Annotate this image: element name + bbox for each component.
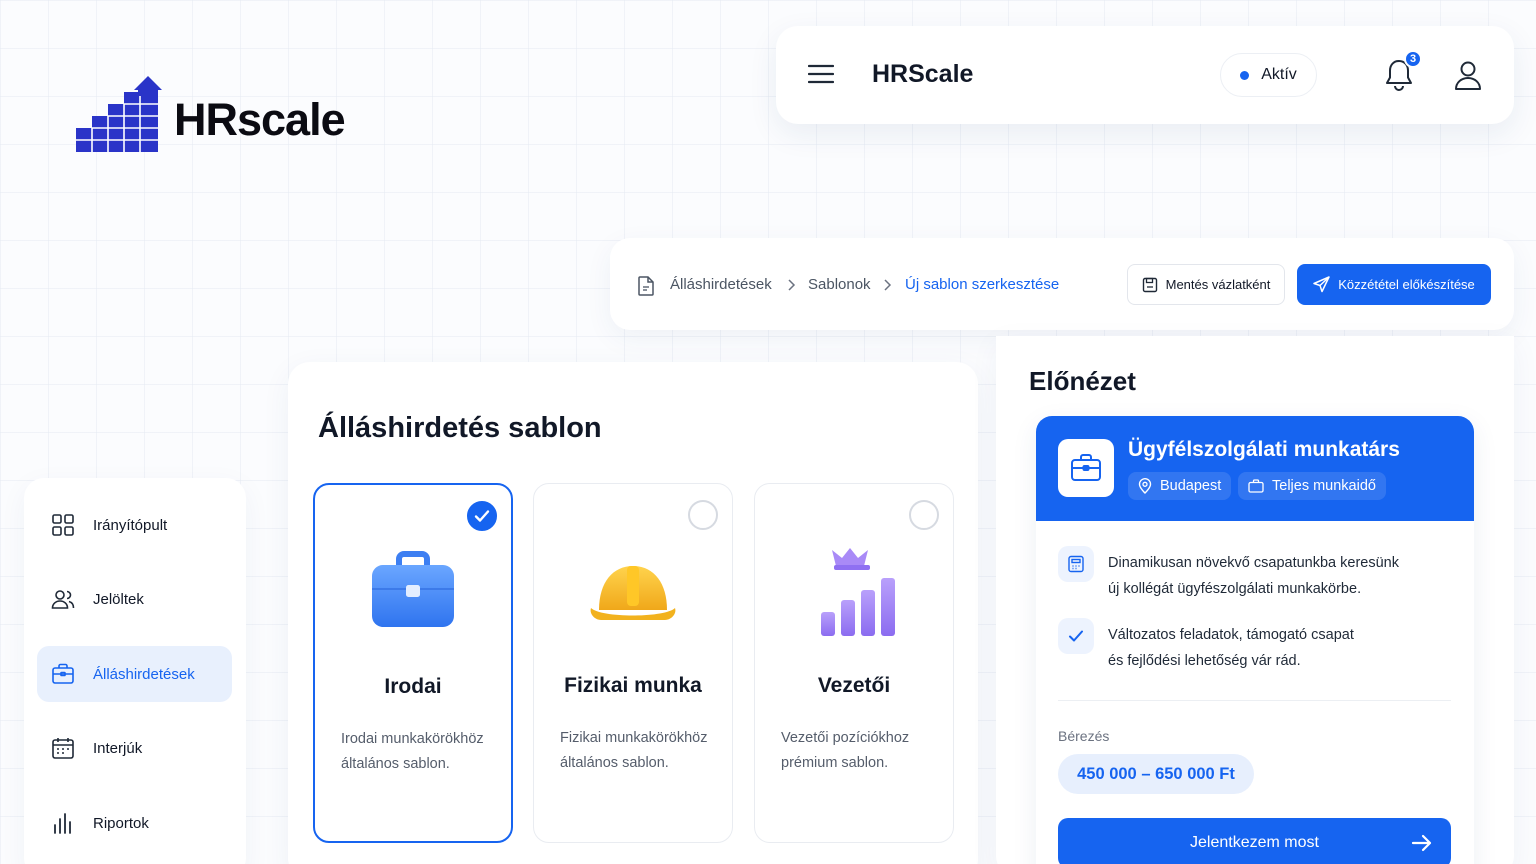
hard-hat-icon	[583, 544, 683, 644]
document-icon	[638, 276, 654, 296]
preview-title: Előnézet	[1029, 366, 1136, 396]
arrow-right-icon	[1411, 834, 1432, 852]
sidebar-item-job-posts[interactable]: Álláshirdetések	[37, 646, 232, 702]
salary-value: 450 000 – 650 000 Ft	[1058, 754, 1254, 794]
description-line: Irodai munkakörökhöz	[341, 731, 484, 747]
description-line: Fizikai munkakörökhöz	[560, 730, 708, 746]
template-card-description: Vezetői pozíciókhoz prémium sablon.	[781, 726, 941, 776]
hrscale-logo: HRscale	[76, 76, 366, 156]
sidebar-item-label: Riportok	[93, 814, 149, 832]
template-card-manager[interactable]: Vezetői Vezetői pozíciókhoz prémium sabl…	[754, 483, 954, 843]
notification-badge: 3	[1404, 50, 1422, 68]
sidebar-item-candidates[interactable]: Jelöltek	[37, 571, 232, 627]
radio-icon[interactable]	[909, 500, 939, 530]
location-pin-icon	[1138, 478, 1152, 494]
sidebar-item-label: Álláshirdetések	[93, 665, 195, 683]
briefcase-small-icon	[1248, 479, 1264, 493]
template-card-physical[interactable]: Fizikai munka Fizikai munkakörökhöz álta…	[533, 483, 733, 843]
schedule-tag: Teljes munkaidő	[1238, 472, 1386, 500]
feature-line: és fejlődési lehetőség vár rád.	[1108, 653, 1301, 669]
apply-label: Jelentkezem most	[1190, 834, 1319, 851]
chevron-right-icon	[882, 279, 892, 291]
sidebar-item-interviews[interactable]: Interjúk	[37, 720, 232, 776]
save-draft-label: Mentés vázlatként	[1165, 277, 1271, 292]
status-pill[interactable]: Aktív	[1220, 53, 1317, 97]
briefcase-icon	[52, 663, 74, 684]
sidebar-item-label: Jelöltek	[93, 590, 144, 608]
radio-icon[interactable]	[688, 500, 718, 530]
template-card-description: Fizikai munkakörökhöz általános sablon.	[560, 726, 720, 776]
description-line: Vezetői pozíciókhoz	[781, 730, 910, 746]
job-title: Ügyfélszolgálati munkatárs	[1128, 438, 1400, 461]
feature-line: Dinamikusan növekvő csapatunkba keresünk	[1108, 555, 1399, 571]
sidebar: Irányítópult Jelöltek Álláshirdetések In…	[24, 478, 246, 864]
checkmark-icon	[1058, 618, 1094, 654]
template-card-description: Irodai munkakörökhöz általános sablon.	[341, 727, 499, 777]
check-icon[interactable]	[467, 501, 497, 531]
sidebar-item-label: Interjúk	[93, 739, 143, 757]
feature-line: új kollégát ügyfészolgálati munkakörbe.	[1108, 581, 1362, 597]
description-line: prémium sablon.	[781, 755, 889, 771]
template-panel: Álláshirdetés sablon Irodai Irodai munka…	[288, 362, 978, 864]
salary-label: Bérezés	[1058, 728, 1110, 744]
description-line: általános sablon.	[341, 756, 450, 772]
location-tag: Budapest	[1128, 472, 1232, 500]
breadcrumb-item-templates[interactable]: Sablonok	[808, 276, 871, 293]
prepare-publish-button[interactable]: Közzététel előkészítése	[1297, 264, 1491, 305]
breadcrumb-item-job-posts[interactable]: Álláshirdetések	[670, 276, 772, 293]
user-icon[interactable]	[1454, 59, 1482, 91]
apply-button[interactable]: Jelentkezem most	[1058, 818, 1451, 864]
breadcrumb-item-current[interactable]: Új sablon szerkesztése	[905, 276, 1059, 293]
job-header: Ügyfélszolgálati munkatárs Budapest Telj…	[1036, 416, 1474, 521]
breadcrumb-bar: Álláshirdetések Sablonok Új sablon szerk…	[610, 238, 1514, 330]
logo-wordmark: HRscale	[174, 94, 346, 145]
divider	[1058, 700, 1451, 701]
feature-text: Dinamikusan növekvő csapatunkba keresünk…	[1108, 550, 1428, 602]
bar-chart-icon	[54, 813, 71, 834]
crown-chart-icon	[804, 544, 904, 644]
calculator-icon	[1058, 546, 1094, 582]
send-icon	[1313, 276, 1330, 293]
users-icon	[51, 590, 75, 609]
grid-icon	[52, 514, 74, 536]
schedule-label: Teljes munkaidő	[1272, 478, 1376, 494]
description-line: általános sablon.	[560, 755, 669, 771]
app-name: HRScale	[872, 60, 974, 88]
template-card-name: Vezetői	[817, 674, 891, 697]
save-icon	[1142, 277, 1157, 292]
status-label: Aktív	[1261, 66, 1297, 83]
status-dot-icon	[1240, 70, 1250, 80]
sidebar-item-reports[interactable]: Riportok	[37, 795, 232, 851]
save-draft-button[interactable]: Mentés vázlatként	[1127, 264, 1285, 305]
preview-panel: Előnézet Ügyfélszolgálati munkatárs Buda…	[996, 336, 1514, 864]
prepare-publish-label: Közzététel előkészítése	[1338, 277, 1475, 292]
feature-text: Változatos feladatok, támogató csapat és…	[1108, 622, 1428, 674]
template-card-name: Fizikai munka	[564, 674, 702, 697]
top-bar: HRScale Aktív 3	[776, 26, 1514, 124]
template-title: Álláshirdetés sablon	[318, 412, 602, 444]
location-label: Budapest	[1160, 478, 1222, 494]
template-card-office[interactable]: Irodai Irodai munkakörökhöz általános sa…	[313, 483, 513, 843]
template-card-name: Irodai	[384, 675, 442, 698]
briefcase-icon	[1058, 439, 1114, 497]
briefcase-3d-icon	[363, 545, 463, 645]
sidebar-item-label: Irányítópult	[93, 516, 168, 534]
calendar-icon	[52, 738, 74, 759]
chevron-right-icon	[786, 279, 796, 291]
feature-line: Változatos feladatok, támogató csapat	[1108, 627, 1354, 643]
menu-icon[interactable]	[808, 62, 834, 86]
sidebar-item-dashboard[interactable]: Irányítópult	[37, 497, 232, 553]
job-preview-card: Ügyfélszolgálati munkatárs Budapest Telj…	[1036, 416, 1474, 864]
